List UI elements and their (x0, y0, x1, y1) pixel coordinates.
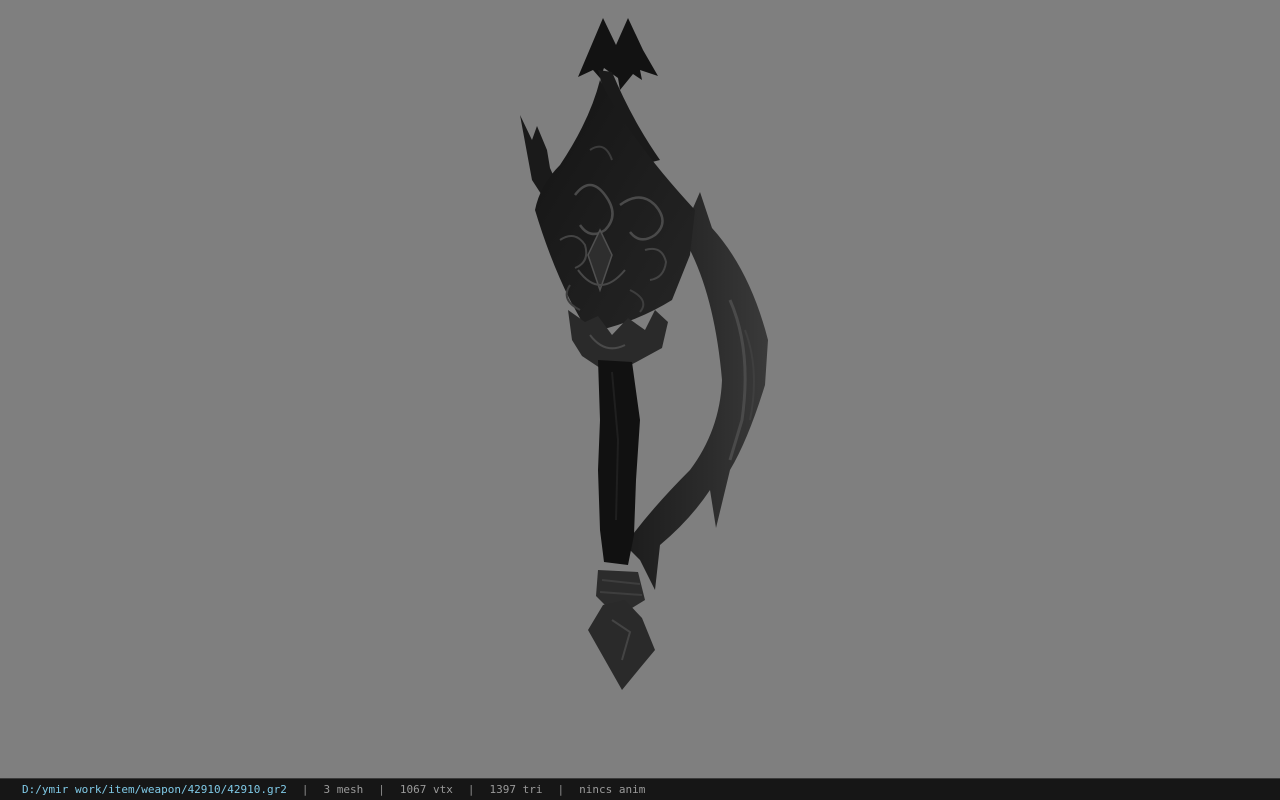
3d-viewport[interactable] (0, 0, 1280, 778)
status-separator: | (378, 783, 385, 796)
ornate-head (535, 80, 695, 340)
status-separator: | (301, 783, 309, 796)
triangle-count-label: 1397 tri (489, 783, 543, 796)
handle (598, 360, 640, 565)
status-separator: | (467, 783, 475, 796)
axe-model (520, 18, 768, 690)
vertex-count-label: 1067 vtx (399, 783, 453, 796)
mesh-count-label: 3 mesh (323, 783, 364, 796)
pommel (588, 600, 655, 690)
status-bar: D:/ymir work/item/weapon/42910/42910.gr2… (0, 778, 1280, 800)
anim-status-label: nincs anim (579, 783, 646, 796)
status-separator: | (557, 783, 565, 796)
file-path-label: D:/ymir work/item/weapon/42910/42910.gr2 (22, 783, 287, 796)
